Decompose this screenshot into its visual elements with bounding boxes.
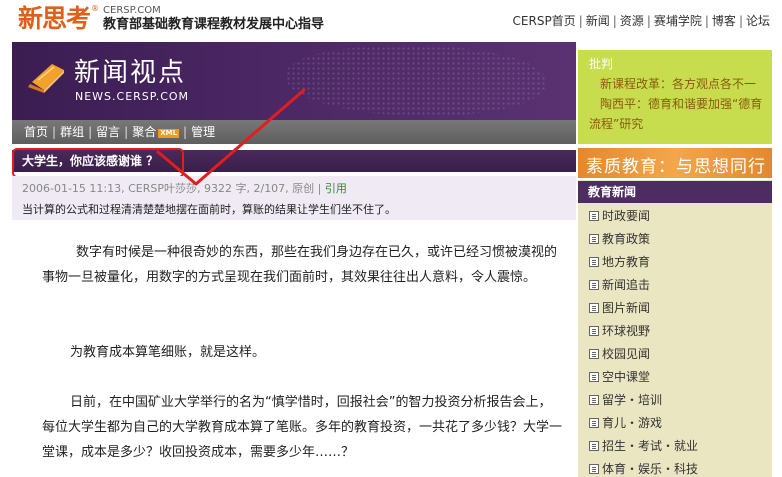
- category-label: 空中课堂: [602, 370, 651, 384]
- top-nav-academy[interactable]: 赛埔学院: [654, 14, 702, 28]
- category-label: 地方教育: [602, 255, 651, 269]
- list-icon: [589, 280, 599, 290]
- category-item[interactable]: 地方教育: [589, 255, 650, 269]
- banner-url: NEWS.CERSP.COM: [75, 90, 190, 103]
- article-summary: 当计算的公式和过程清清楚楚地摆在面前时，算账的结果让学生们坐不住了。: [22, 203, 396, 216]
- annotation-highlight-box: [12, 148, 184, 178]
- world-map-graphic: [286, 46, 546, 116]
- category-item[interactable]: 留学・培训: [589, 393, 662, 407]
- list-icon: [589, 441, 599, 451]
- category-item[interactable]: 时政要闻: [589, 209, 650, 223]
- list-icon: [589, 349, 599, 359]
- article-paragraph-3: 日前，在中国矿业大学举行的名为“慎学惜时，回报社会”的智力投资分析报告会上，每位…: [42, 395, 563, 460]
- category-label: 时政要闻: [602, 209, 651, 223]
- list-icon: [589, 326, 599, 336]
- top-nav-blog[interactable]: 博客: [712, 14, 736, 28]
- blog-nav: 首页 | 群组 | 留言 | 聚合 XML | 管理: [12, 120, 576, 144]
- category-label: 校园见闻: [602, 347, 651, 361]
- banner-title: 新闻视点: [74, 58, 187, 88]
- list-icon: [589, 372, 599, 382]
- top-nav-forum[interactable]: 论坛: [746, 14, 770, 28]
- xml-feed-icon[interactable]: XML: [158, 129, 180, 138]
- nav-group[interactable]: 群组: [60, 125, 84, 139]
- news-banner: 新闻视点 NEWS.CERSP.COM: [12, 42, 576, 120]
- category-item[interactable]: 教育政策: [589, 232, 650, 246]
- critique-label: 批判: [589, 57, 614, 71]
- page: 新思考 ® CERSP.COM 教育部基础教育课程教材发展中心指导 CERSP首…: [0, 0, 782, 477]
- category-item[interactable]: 体育・娱乐・科技: [589, 462, 698, 476]
- site-logo[interactable]: 新思考 ® CERSP.COM 教育部基础教育课程教材发展中心指导: [18, 4, 324, 34]
- article-paragraph-1: 数字有时候是一种很奇妙的东西，那些在我们身边存在已久，或许已经习惯被漠视的事物一…: [42, 245, 558, 285]
- nav-home[interactable]: 首页: [24, 125, 48, 139]
- list-icon: [589, 234, 599, 244]
- logo-text: 新思考: [18, 4, 91, 33]
- top-nav: CERSP首页 | 新闻 | 资源 | 赛埔学院 | 博客 | 论坛: [512, 14, 770, 28]
- category-label: 留学・培训: [602, 393, 663, 407]
- category-label: 图片新闻: [602, 301, 651, 315]
- article-meta-info: 2006-01-15 11:13, CERSP叶莎莎, 9322 字, 2/10…: [22, 182, 322, 195]
- category-label: 育儿・游戏: [602, 416, 663, 430]
- top-header: 新思考 ® CERSP.COM 教育部基础教育课程教材发展中心指导 CERSP首…: [0, 0, 782, 40]
- article-meta: 2006-01-15 11:13, CERSP叶莎莎, 9322 字, 2/10…: [22, 180, 347, 196]
- category-item[interactable]: 空中课堂: [589, 370, 650, 384]
- news-category-header: 教育新闻: [578, 181, 772, 203]
- list-icon: [589, 418, 599, 428]
- logo-domain: CERSP.COM: [103, 5, 161, 16]
- category-item[interactable]: 育儿・游戏: [589, 416, 662, 430]
- critique-item-1[interactable]: 新课程改革：各方观点各不一: [600, 74, 756, 94]
- category-label: 体育・娱乐・科技: [602, 462, 699, 476]
- quality-education-banner[interactable]: 素质教育：与思想同行: [578, 148, 772, 178]
- list-icon: [589, 257, 599, 267]
- category-label: 环球视野: [602, 324, 651, 338]
- logo-subtitle: 教育部基础教育课程教材发展中心指导: [103, 17, 325, 32]
- top-nav-resources[interactable]: 资源: [620, 14, 644, 28]
- list-icon: [589, 395, 599, 405]
- category-label: 新闻追击: [602, 278, 651, 292]
- list-icon: [589, 464, 599, 474]
- top-nav-home[interactable]: CERSP首页: [513, 14, 576, 28]
- category-item[interactable]: 校园见闻: [589, 347, 650, 361]
- critique-item-2[interactable]: 陶西平：德育和谐要加强“德育流程”研究: [589, 94, 767, 134]
- quote-link[interactable]: 引用: [325, 182, 347, 195]
- article-paragraph-2: 为教育成本算笔细账，就是这样。: [70, 345, 266, 360]
- category-item[interactable]: 图片新闻: [589, 301, 650, 315]
- logo-registered-mark: ®: [91, 4, 100, 13]
- category-item[interactable]: 招生・考试・就业: [589, 439, 698, 453]
- top-nav-news[interactable]: 新闻: [586, 14, 610, 28]
- category-item[interactable]: 环球视野: [589, 324, 650, 338]
- nav-manage[interactable]: 管理: [191, 125, 215, 139]
- category-label: 教育政策: [602, 232, 651, 246]
- category-item[interactable]: 新闻追击: [589, 278, 650, 292]
- category-label: 招生・考试・就业: [602, 439, 699, 453]
- book-icon: [28, 64, 64, 93]
- nav-aggregate[interactable]: 聚合: [132, 125, 156, 139]
- list-icon: [589, 211, 599, 221]
- nav-guestbook[interactable]: 留言: [96, 125, 120, 139]
- quality-education-text: 素质教育：与思想同行: [586, 157, 766, 177]
- list-icon: [589, 303, 599, 313]
